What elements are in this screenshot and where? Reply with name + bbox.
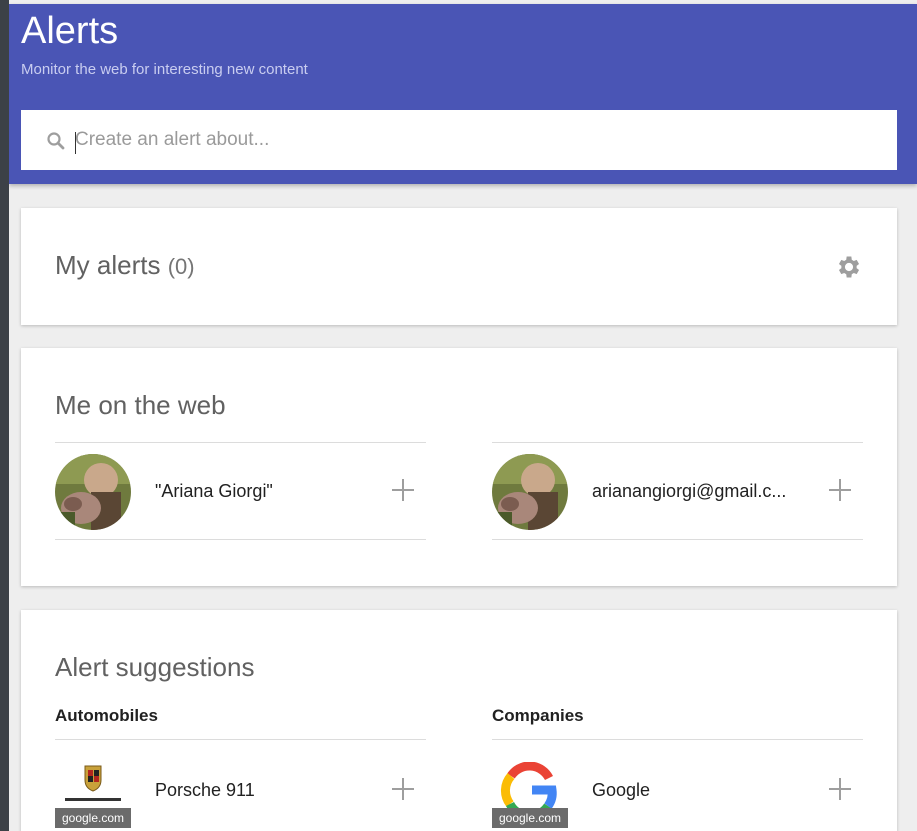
suggestion-item-label: Google (592, 780, 651, 800)
page-subtitle: Monitor the web for interesting new cont… (21, 61, 308, 78)
alert-suggestions-card: Alert suggestions Automobiles Companies … (21, 610, 897, 831)
add-icon[interactable] (392, 479, 414, 501)
app-header: Alerts Monitor the web for interesting n… (9, 4, 917, 184)
avatar (55, 454, 131, 530)
suggestion-item-label: Porsche 911 (155, 780, 255, 800)
list-item[interactable]: arianangiorgi@gmail.c... (492, 442, 863, 540)
add-icon[interactable] (392, 778, 414, 800)
my-alerts-label: My alerts (55, 250, 161, 280)
search-input[interactable] (75, 122, 875, 158)
source-tag: google.com (492, 808, 568, 828)
my-alerts-title: My alerts (0) (55, 250, 195, 281)
alerts-page: Alerts Monitor the web for interesting n… (9, 0, 917, 831)
source-tag: google.com (55, 808, 131, 828)
page-title: Alerts (21, 10, 119, 52)
avatar (492, 454, 568, 530)
google-logo-thumbnail: google.com (492, 761, 568, 828)
alert-suggestions-title: Alert suggestions (55, 652, 255, 682)
my-alerts-card: My alerts (0) (21, 208, 897, 325)
list-item[interactable]: "Ariana Giorgi" (55, 442, 426, 540)
search-box[interactable] (21, 110, 897, 170)
me-on-web-card: Me on the web "Ariana Giorgi" arianangio… (21, 348, 897, 586)
gear-icon[interactable] (835, 253, 863, 281)
my-alerts-count: (0) (167, 254, 195, 279)
search-icon (47, 132, 65, 150)
me-on-web-item-label: "Ariana Giorgi" (155, 481, 273, 501)
me-on-web-column-left: "Ariana Giorgi" (55, 442, 426, 540)
me-on-web-item-label: arianangiorgi@gmail.c... (592, 481, 787, 501)
category-label-automobiles: Automobiles (55, 706, 158, 725)
me-on-web-title: Me on the web (55, 390, 226, 420)
porsche-logo-thumbnail: google.com (55, 762, 131, 828)
add-icon[interactable] (829, 479, 851, 501)
suggestion-item[interactable]: google.com Google (492, 739, 863, 831)
suggestion-item[interactable]: google.com Porsche 911 (55, 739, 426, 831)
text-caret (75, 132, 76, 154)
me-on-web-column-right: arianangiorgi@gmail.c... (492, 442, 863, 540)
add-icon[interactable] (829, 778, 851, 800)
category-label-companies: Companies (492, 706, 584, 725)
